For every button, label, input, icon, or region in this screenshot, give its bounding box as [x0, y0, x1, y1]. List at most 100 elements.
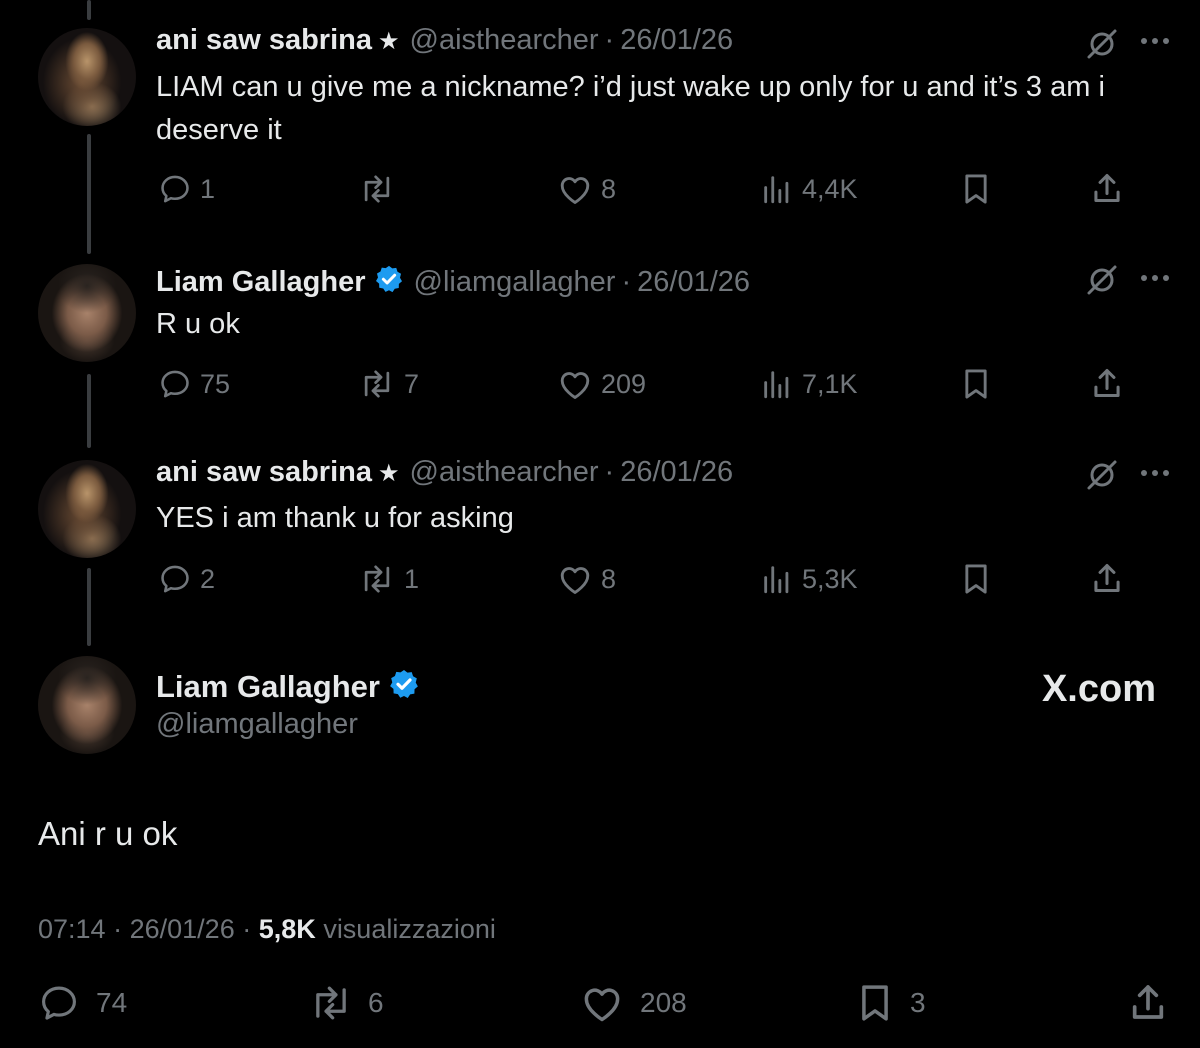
author-name[interactable]: ani saw sabrina: [156, 24, 372, 56]
reply-button[interactable]: 75: [158, 367, 230, 401]
bookmark-count: 3: [910, 987, 926, 1018]
like-count: 8: [601, 173, 617, 204]
more-icon[interactable]: [1140, 36, 1170, 46]
retweet-icon: [364, 565, 390, 593]
retweet-button[interactable]: 7: [358, 367, 419, 401]
avatar[interactable]: [38, 28, 136, 126]
star-badge: ★: [378, 460, 400, 487]
views-button[interactable]: 7,1K: [760, 367, 858, 401]
author-handle[interactable]: @liamgallagher: [156, 708, 358, 741]
avatar[interactable]: [38, 656, 136, 754]
more-icon[interactable]: [1140, 468, 1170, 478]
tweet-text: LIAM can u give me a nickname? i’d just …: [156, 71, 1105, 146]
tweet-date[interactable]: 26/01/26: [637, 266, 750, 298]
retweet-icon: [316, 986, 346, 1020]
views-count: 5,8K: [258, 914, 316, 944]
comment-count: 75: [200, 368, 231, 399]
bookmark-icon: [862, 985, 888, 1021]
author-name[interactable]: Liam Gallagher: [156, 266, 366, 298]
mute-icon[interactable]: [1085, 263, 1119, 297]
avatar[interactable]: [38, 460, 136, 558]
tweet-header: ani saw sabrina ★ @aisthearcher · 26/01/26: [156, 458, 733, 487]
retweet-button[interactable]: 1: [358, 562, 419, 596]
separator-dot: ·: [621, 266, 632, 298]
author-name[interactable]: Liam Gallagher: [156, 669, 380, 704]
like-button[interactable]: 8: [557, 172, 616, 206]
share-icon[interactable]: [1128, 980, 1168, 1024]
views-icon: [764, 176, 789, 204]
views-label: visualizzazioni: [323, 914, 496, 944]
verified-icon: [375, 265, 402, 293]
author-handle[interactable]: @aisthearcher: [410, 24, 599, 56]
thread-line-top: [87, 0, 91, 20]
share-icon[interactable]: [1090, 365, 1124, 401]
comment-icon: [161, 565, 189, 593]
avatar[interactable]: [38, 264, 136, 362]
tweet-date[interactable]: 26/01/26: [130, 914, 235, 944]
views-count: 5,3K: [802, 563, 858, 594]
comment-count: 74: [96, 987, 128, 1018]
views-icon: [764, 371, 789, 399]
verified-icon: [390, 670, 418, 698]
tweet-text: R u ok: [156, 308, 240, 340]
separator-dot: ·: [604, 24, 615, 56]
author-handle[interactable]: @aisthearcher: [410, 456, 599, 488]
retweet-button[interactable]: [358, 172, 404, 206]
like-icon: [584, 988, 620, 1022]
tweet-header: ani saw sabrina ★ @aisthearcher · 26/01/26: [156, 26, 733, 55]
views-button[interactable]: 5,3K: [760, 562, 858, 596]
like-button[interactable]: 208: [580, 982, 687, 1024]
share-icon[interactable]: [1090, 170, 1124, 206]
thread-line-2: [87, 374, 91, 448]
retweet-icon: [364, 175, 390, 203]
like-icon: [560, 177, 590, 204]
main-tweet-text: Ani r u ok: [38, 815, 178, 852]
like-icon: [560, 567, 590, 594]
views-icon: [764, 566, 789, 594]
author-handle[interactable]: @liamgallagher: [414, 266, 616, 298]
separator-dot: ·: [604, 456, 615, 488]
bookmark-icon[interactable]: [960, 562, 992, 596]
reply-button[interactable]: 2: [158, 562, 215, 596]
views-button[interactable]: 4,4K: [760, 172, 858, 206]
views-count: 4,4K: [802, 173, 858, 204]
mute-icon[interactable]: [1085, 27, 1119, 61]
tweet-time[interactable]: 07:14: [38, 914, 106, 944]
reply-button[interactable]: 1: [158, 172, 215, 206]
like-button[interactable]: 209: [557, 367, 646, 401]
share-icon[interactable]: [1090, 560, 1124, 596]
bookmark-button[interactable]: 3: [856, 982, 926, 1024]
retweet-icon: [364, 370, 390, 398]
bookmark-icon[interactable]: [960, 172, 992, 206]
comment-count: 2: [200, 563, 216, 594]
tweet-date[interactable]: 26/01/26: [620, 456, 733, 488]
mute-icon[interactable]: [1085, 458, 1119, 492]
tweet-meta: 07:14 · 26/01/26 · 5,8K visualizzazioni: [38, 914, 496, 945]
reply-button[interactable]: 74: [38, 982, 127, 1024]
bookmark-icon[interactable]: [960, 367, 992, 401]
retweet-count: 6: [368, 987, 384, 1018]
retweet-count: 1: [404, 563, 420, 594]
separator-dot: ·: [113, 914, 123, 944]
like-button[interactable]: 8: [557, 562, 616, 596]
comment-icon: [161, 175, 189, 203]
tweet-text: YES i am thank u for asking: [156, 502, 514, 534]
author-name[interactable]: ani saw sabrina: [156, 456, 372, 488]
comment-icon: [161, 370, 189, 398]
like-count: 209: [601, 368, 647, 399]
like-count: 208: [640, 987, 687, 1018]
comment-icon: [42, 986, 76, 1020]
thread-line-1: [87, 134, 91, 254]
xcom-watermark: X.com: [1041, 668, 1156, 710]
retweet-button[interactable]: 6: [308, 982, 384, 1024]
tweet-date[interactable]: 26/01/26: [620, 24, 733, 56]
retweet-count: 7: [404, 368, 420, 399]
separator-dot: ·: [242, 914, 252, 944]
more-icon[interactable]: [1140, 273, 1170, 283]
like-count: 8: [601, 563, 617, 594]
like-icon: [560, 372, 590, 399]
views-count: 7,1K: [802, 368, 858, 399]
main-author-name[interactable]: Liam Gallagher: [156, 668, 420, 705]
star-badge: ★: [378, 28, 400, 55]
comment-count: 1: [200, 173, 216, 204]
